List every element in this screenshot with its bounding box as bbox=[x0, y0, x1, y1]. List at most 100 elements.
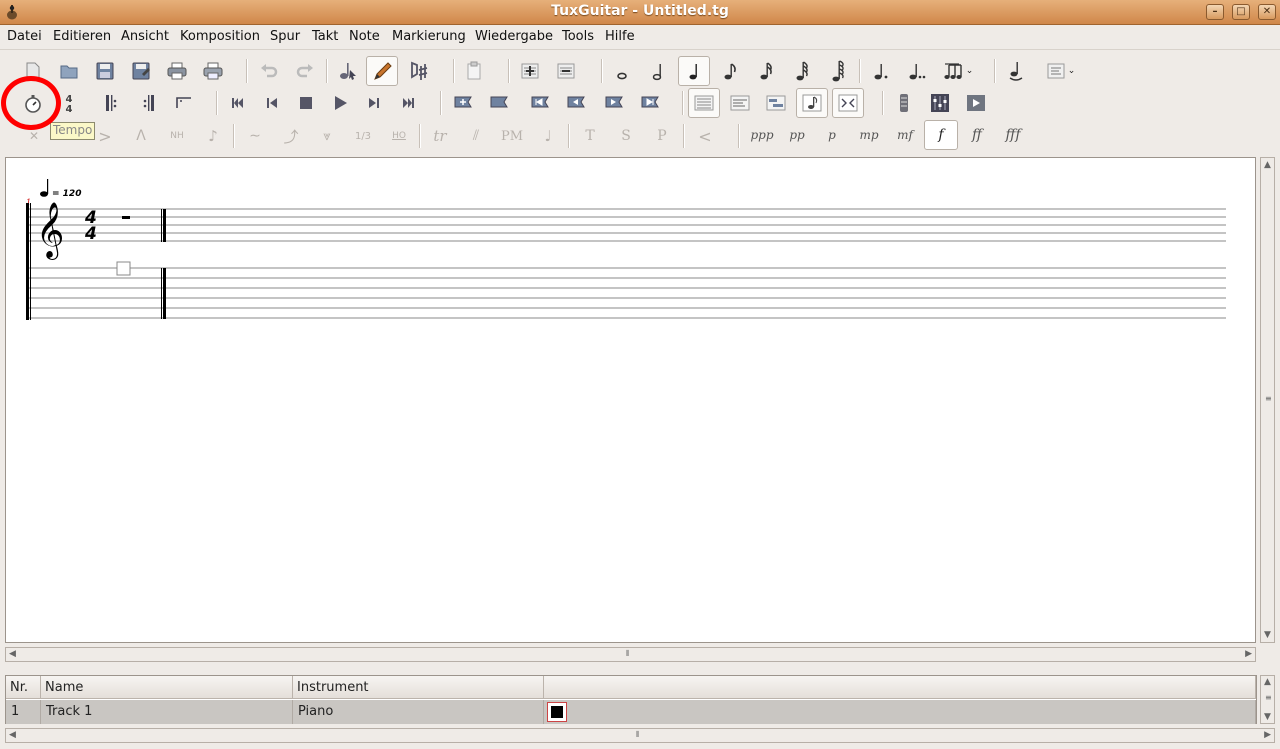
menu-datei[interactable]: Datei bbox=[7, 29, 42, 44]
dynamic-f-button[interactable]: f bbox=[924, 120, 958, 150]
dynamic-p-button[interactable]: p bbox=[815, 120, 849, 150]
save-button[interactable] bbox=[89, 56, 121, 86]
tablature-staff[interactable] bbox=[27, 267, 1226, 319]
edit-caret[interactable] bbox=[116, 261, 131, 276]
menu-takt[interactable]: Takt bbox=[312, 29, 338, 44]
select-mode-button[interactable] bbox=[331, 56, 363, 86]
track-name-cell[interactable]: Track 1 bbox=[41, 700, 293, 724]
menu-note[interactable]: Note bbox=[349, 29, 380, 44]
score-horizontal-scrollbar[interactable]: ◀ ⦀ ▶ bbox=[5, 647, 1256, 662]
scroll-grip-icon[interactable]: ≡ bbox=[1265, 394, 1272, 403]
menu-editieren[interactable]: Editieren bbox=[53, 29, 111, 44]
scroll-up-icon[interactable]: ▲ bbox=[1264, 677, 1271, 687]
view-chords-button[interactable] bbox=[832, 88, 864, 118]
score-canvas[interactable]: = 120 1 𝄞 4 4 bbox=[6, 158, 1255, 642]
menu-wiedergabe[interactable]: Wiedergabe bbox=[475, 29, 553, 44]
transport-last-button[interactable] bbox=[392, 88, 424, 118]
undo-button[interactable] bbox=[253, 56, 285, 86]
transport-first-button[interactable] bbox=[222, 88, 254, 118]
transport-next-button[interactable] bbox=[358, 88, 390, 118]
first-marker-button[interactable] bbox=[524, 88, 556, 118]
scroll-right-icon[interactable]: ▶ bbox=[1245, 649, 1252, 659]
tremolo-bar-button[interactable]: ⩔ bbox=[312, 122, 342, 150]
column-header-measures[interactable] bbox=[544, 676, 1256, 699]
column-header-instrument[interactable]: Instrument bbox=[293, 676, 544, 699]
palm-mute-button[interactable]: PM bbox=[497, 122, 527, 150]
scroll-left-icon[interactable]: ◀ bbox=[9, 649, 16, 659]
add-marker-button[interactable] bbox=[447, 88, 479, 118]
score-vertical-scrollbar[interactable]: ▲ ≡ ▼ bbox=[1260, 157, 1275, 643]
table-vertical-scrollbar[interactable]: ▲ ≡ ▼ bbox=[1260, 675, 1275, 724]
tuplet-triplet-button[interactable]: 1/3 bbox=[348, 122, 378, 150]
natural-key-button[interactable] bbox=[403, 56, 435, 86]
popping-button[interactable]: P bbox=[647, 122, 677, 150]
slapping-button[interactable]: S bbox=[611, 122, 641, 150]
dynamic-mp-button[interactable]: mp bbox=[852, 120, 886, 150]
divisions-dropdown[interactable]: ⌄ bbox=[938, 56, 978, 86]
last-marker-button[interactable] bbox=[634, 88, 666, 118]
print-button[interactable] bbox=[161, 56, 193, 86]
marker-list-button[interactable] bbox=[483, 88, 515, 118]
menu-tools[interactable]: Tools bbox=[562, 29, 594, 44]
dynamic-mf-button[interactable]: mf bbox=[888, 120, 922, 150]
clipboard-button[interactable] bbox=[458, 56, 490, 86]
double-dotted-note-button[interactable] bbox=[900, 56, 932, 86]
open-file-button[interactable] bbox=[53, 56, 85, 86]
dynamic-fff-button[interactable]: fff bbox=[996, 120, 1030, 150]
track-instrument-cell[interactable]: Piano bbox=[293, 700, 544, 724]
vibrato-button[interactable]: ∼ bbox=[240, 122, 270, 150]
repeat-close-button[interactable] bbox=[132, 88, 164, 118]
trill-button[interactable]: tr bbox=[425, 122, 455, 150]
maximize-button[interactable]: □ bbox=[1232, 4, 1250, 20]
score-editor[interactable]: = 120 1 𝄞 4 4 bbox=[5, 157, 1256, 643]
menu-ansicht[interactable]: Ansicht bbox=[121, 29, 169, 44]
layout-dropdown[interactable]: ⌄ bbox=[1040, 56, 1080, 86]
scroll-up-icon[interactable]: ▲ bbox=[1264, 160, 1271, 170]
quarter-note-button[interactable] bbox=[678, 56, 710, 86]
eighth-note-button[interactable] bbox=[714, 56, 746, 86]
scroll-grip-icon[interactable]: ≡ bbox=[1265, 693, 1272, 702]
minimize-button[interactable]: – bbox=[1206, 4, 1224, 20]
standard-staff[interactable] bbox=[27, 208, 1226, 242]
transport-play-button[interactable] bbox=[324, 88, 356, 118]
mixer-button[interactable] bbox=[924, 88, 956, 118]
remove-measure-button[interactable] bbox=[550, 56, 582, 86]
transport-previous-button[interactable] bbox=[256, 88, 288, 118]
fretboard-button[interactable] bbox=[888, 88, 920, 118]
scroll-right-icon[interactable]: ▶ bbox=[1264, 730, 1271, 740]
column-header-name[interactable]: Name bbox=[41, 676, 293, 699]
tremolo-picking-button[interactable]: ⫽ bbox=[461, 122, 491, 150]
tied-note-button[interactable] bbox=[1000, 56, 1032, 86]
track-nr-cell[interactable]: 1 bbox=[6, 700, 41, 724]
dynamic-pp-button[interactable]: pp bbox=[780, 120, 814, 150]
view-score-button[interactable] bbox=[688, 88, 720, 118]
sixty-fourth-note-button[interactable] bbox=[822, 56, 854, 86]
heavy-accent-button[interactable]: Λ bbox=[126, 122, 156, 150]
repeat-open-button[interactable] bbox=[96, 88, 128, 118]
repeat-alternative-button[interactable] bbox=[168, 88, 200, 118]
transport-window-button[interactable] bbox=[960, 88, 992, 118]
scroll-left-icon[interactable]: ◀ bbox=[9, 730, 16, 740]
menu-hilfe[interactable]: Hilfe bbox=[605, 29, 635, 44]
dotted-note-button[interactable] bbox=[864, 56, 896, 86]
crescendo-button[interactable]: < bbox=[690, 122, 720, 150]
column-header-nr[interactable]: Nr. bbox=[6, 676, 41, 699]
scroll-grip-icon[interactable]: ⦀ bbox=[636, 730, 640, 740]
whole-note-button[interactable] bbox=[606, 56, 638, 86]
scroll-down-icon[interactable]: ▼ bbox=[1264, 712, 1271, 722]
dynamic-ff-button[interactable]: ff bbox=[960, 120, 994, 150]
save-as-button[interactable] bbox=[125, 56, 157, 86]
edit-mode-button[interactable] bbox=[366, 56, 398, 86]
view-notation-button[interactable] bbox=[796, 88, 828, 118]
sixteenth-note-button[interactable] bbox=[750, 56, 782, 86]
previous-marker-button[interactable] bbox=[560, 88, 592, 118]
thirty-second-note-button[interactable] bbox=[786, 56, 818, 86]
menu-markierung[interactable]: Markierung bbox=[392, 29, 466, 44]
measure-block[interactable] bbox=[547, 702, 567, 722]
view-compact-button[interactable] bbox=[760, 88, 792, 118]
half-note-button[interactable] bbox=[642, 56, 674, 86]
print-preview-button[interactable] bbox=[197, 56, 229, 86]
next-marker-button[interactable] bbox=[598, 88, 630, 118]
transport-stop-button[interactable] bbox=[290, 88, 322, 118]
track-table[interactable]: Nr. Name Instrument 1 Track 1 Piano bbox=[5, 675, 1257, 724]
